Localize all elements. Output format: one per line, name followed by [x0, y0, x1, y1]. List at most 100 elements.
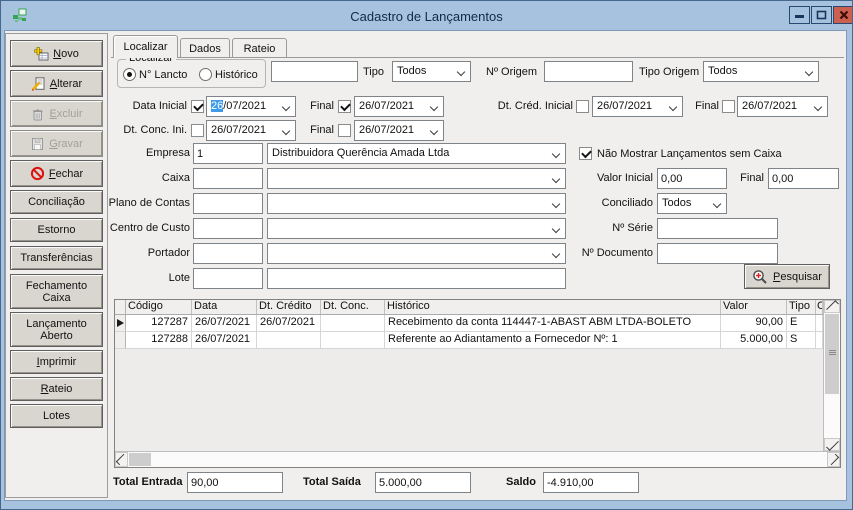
scroll-up-button[interactable]	[824, 300, 840, 313]
empresa-combo[interactable]: Distribuidora Querência Amada Ltda	[267, 143, 566, 164]
conciliacao-button[interactable]: Conciliação	[10, 190, 103, 214]
tab-dados[interactable]: Dados	[180, 38, 230, 57]
col-header-valor[interactable]: Valor	[721, 300, 787, 314]
window-title: Cadastro de Lançamentos	[1, 9, 852, 24]
no-entry-icon	[30, 166, 45, 181]
chevron-down-icon	[552, 175, 560, 183]
conciliado-value: Todos	[662, 197, 691, 209]
chevron-down-icon	[814, 103, 822, 111]
data-inicial-datepicker[interactable]: 26/07/2021	[206, 96, 296, 117]
pesquisar-label: Pesquisar	[773, 271, 822, 283]
empresa-code-input[interactable]	[193, 143, 263, 164]
col-header-c[interactable]: C	[816, 300, 823, 314]
grid-horizontal-scrollbar[interactable]	[115, 451, 840, 467]
plano-contas-label: Plano de Contas	[95, 197, 190, 209]
scroll-right-button[interactable]	[827, 452, 840, 467]
conciliado-combo[interactable]: Todos	[657, 193, 727, 214]
date-value: 26/07/2021	[597, 100, 652, 112]
tipo-origem-combo[interactable]: Todos	[703, 61, 819, 82]
cell-dt-credito	[257, 332, 321, 349]
tipo-combo[interactable]: Todos	[392, 61, 471, 82]
cred-final-datepicker[interactable]: 26/07/2021	[737, 96, 828, 117]
conc-inicial-checkbox[interactable]	[191, 124, 204, 137]
current-row-indicator	[117, 319, 124, 327]
total-entrada-field[interactable]	[187, 472, 283, 493]
plano-contas-code-input[interactable]	[193, 193, 263, 214]
chevron-down-icon	[552, 200, 560, 208]
serie-input[interactable]	[657, 218, 778, 239]
centro-custo-code-input[interactable]	[193, 218, 263, 239]
alterar-button[interactable]: Alterar	[10, 70, 103, 97]
maximize-icon	[815, 9, 828, 21]
col-header-codigo[interactable]: Código	[126, 300, 192, 314]
tab-rateio[interactable]: Rateio	[232, 38, 287, 57]
tab-localizar[interactable]: Localizar	[113, 35, 178, 58]
caixa-code-input[interactable]	[193, 168, 263, 189]
fechamento-caixa-button[interactable]: Fechamento Caixa	[10, 274, 103, 309]
chevron-down-icon	[669, 103, 677, 111]
chevron-up-icon	[826, 300, 839, 313]
date-rest: /07/2021	[223, 100, 266, 112]
chevron-down-icon	[430, 103, 438, 111]
lote-code-input[interactable]	[193, 268, 263, 289]
save-icon	[30, 137, 45, 151]
cred-final-label: Final	[689, 100, 719, 112]
col-header-dt-conc[interactable]: Dt. Conc.	[321, 300, 385, 314]
sem-caixa-checkbox[interactable]	[579, 147, 592, 160]
novo-button[interactable]: Novo	[10, 40, 103, 67]
radio-n-lancto[interactable]	[123, 68, 136, 81]
col-header-dt-credito[interactable]: Dt. Crédito	[257, 300, 321, 314]
portador-code-input[interactable]	[193, 243, 263, 264]
pesquisar-button[interactable]: Pesquisar	[744, 264, 830, 289]
lote-label: Lote	[95, 272, 190, 284]
table-row[interactable]: 127287 26/07/2021 26/07/2021 Recebimento…	[115, 315, 840, 332]
cell-c	[816, 332, 823, 349]
table-row[interactable]: 127288 26/07/2021 Referente ao Adiantame…	[115, 332, 840, 349]
scroll-down-button[interactable]	[824, 438, 840, 451]
col-header-historico[interactable]: Histórico	[385, 300, 721, 314]
documento-input[interactable]	[657, 243, 778, 264]
cred-final-checkbox[interactable]	[722, 100, 735, 113]
data-final-checkbox[interactable]	[338, 100, 351, 113]
chevron-down-icon	[552, 250, 560, 258]
grid-vertical-scrollbar[interactable]	[823, 300, 840, 451]
maximize-button[interactable]	[811, 6, 832, 24]
cred-inicial-datepicker[interactable]: 26/07/2021	[592, 96, 683, 117]
data-inicial-checkbox[interactable]	[191, 100, 204, 113]
conc-final-datepicker[interactable]: 26/07/2021	[354, 120, 444, 141]
radio-historico[interactable]	[199, 68, 212, 81]
transferencias-button[interactable]: Transferências	[10, 246, 103, 270]
col-header-tipo[interactable]: Tipo	[787, 300, 816, 314]
conciliacao-label: Conciliação	[28, 196, 85, 208]
saldo-field[interactable]	[543, 472, 639, 493]
fechar-button[interactable]: Fechar	[10, 160, 103, 187]
valor-final-input[interactable]	[768, 168, 839, 189]
portador-combo[interactable]	[267, 243, 566, 264]
cred-inicial-checkbox[interactable]	[576, 100, 589, 113]
estorno-button[interactable]: Estorno	[10, 218, 103, 242]
lancamento-aberto-button[interactable]: Lançamento Aberto	[10, 312, 103, 347]
num-origem-input[interactable]	[544, 61, 633, 82]
horizontal-scroll-thumb[interactable]	[129, 453, 151, 466]
search-input[interactable]	[271, 61, 358, 82]
rateio-button[interactable]: Rateio	[10, 377, 103, 401]
lote-input[interactable]	[267, 268, 566, 289]
scroll-left-button[interactable]	[115, 452, 128, 467]
caixa-combo[interactable]	[267, 168, 566, 189]
conc-inicial-datepicker[interactable]: 26/07/2021	[206, 120, 296, 141]
minimize-button[interactable]	[789, 6, 810, 24]
centro-custo-combo[interactable]	[267, 218, 566, 239]
title-bar[interactable]: Cadastro de Lançamentos	[1, 1, 852, 31]
cell-codigo: 127287	[126, 315, 192, 332]
vertical-scroll-thumb[interactable]	[825, 314, 839, 394]
close-button[interactable]	[833, 6, 853, 24]
data-final-datepicker[interactable]: 26/07/2021	[354, 96, 444, 117]
valor-inicial-input[interactable]	[657, 168, 727, 189]
total-saida-field[interactable]	[375, 472, 471, 493]
conc-final-checkbox[interactable]	[338, 124, 351, 137]
plano-contas-combo[interactable]	[267, 193, 566, 214]
col-header-data[interactable]: Data	[192, 300, 257, 314]
imprimir-button[interactable]: Imprimir	[10, 350, 103, 374]
lotes-button[interactable]: Lotes	[10, 404, 103, 428]
row-indicator-header	[115, 300, 126, 314]
